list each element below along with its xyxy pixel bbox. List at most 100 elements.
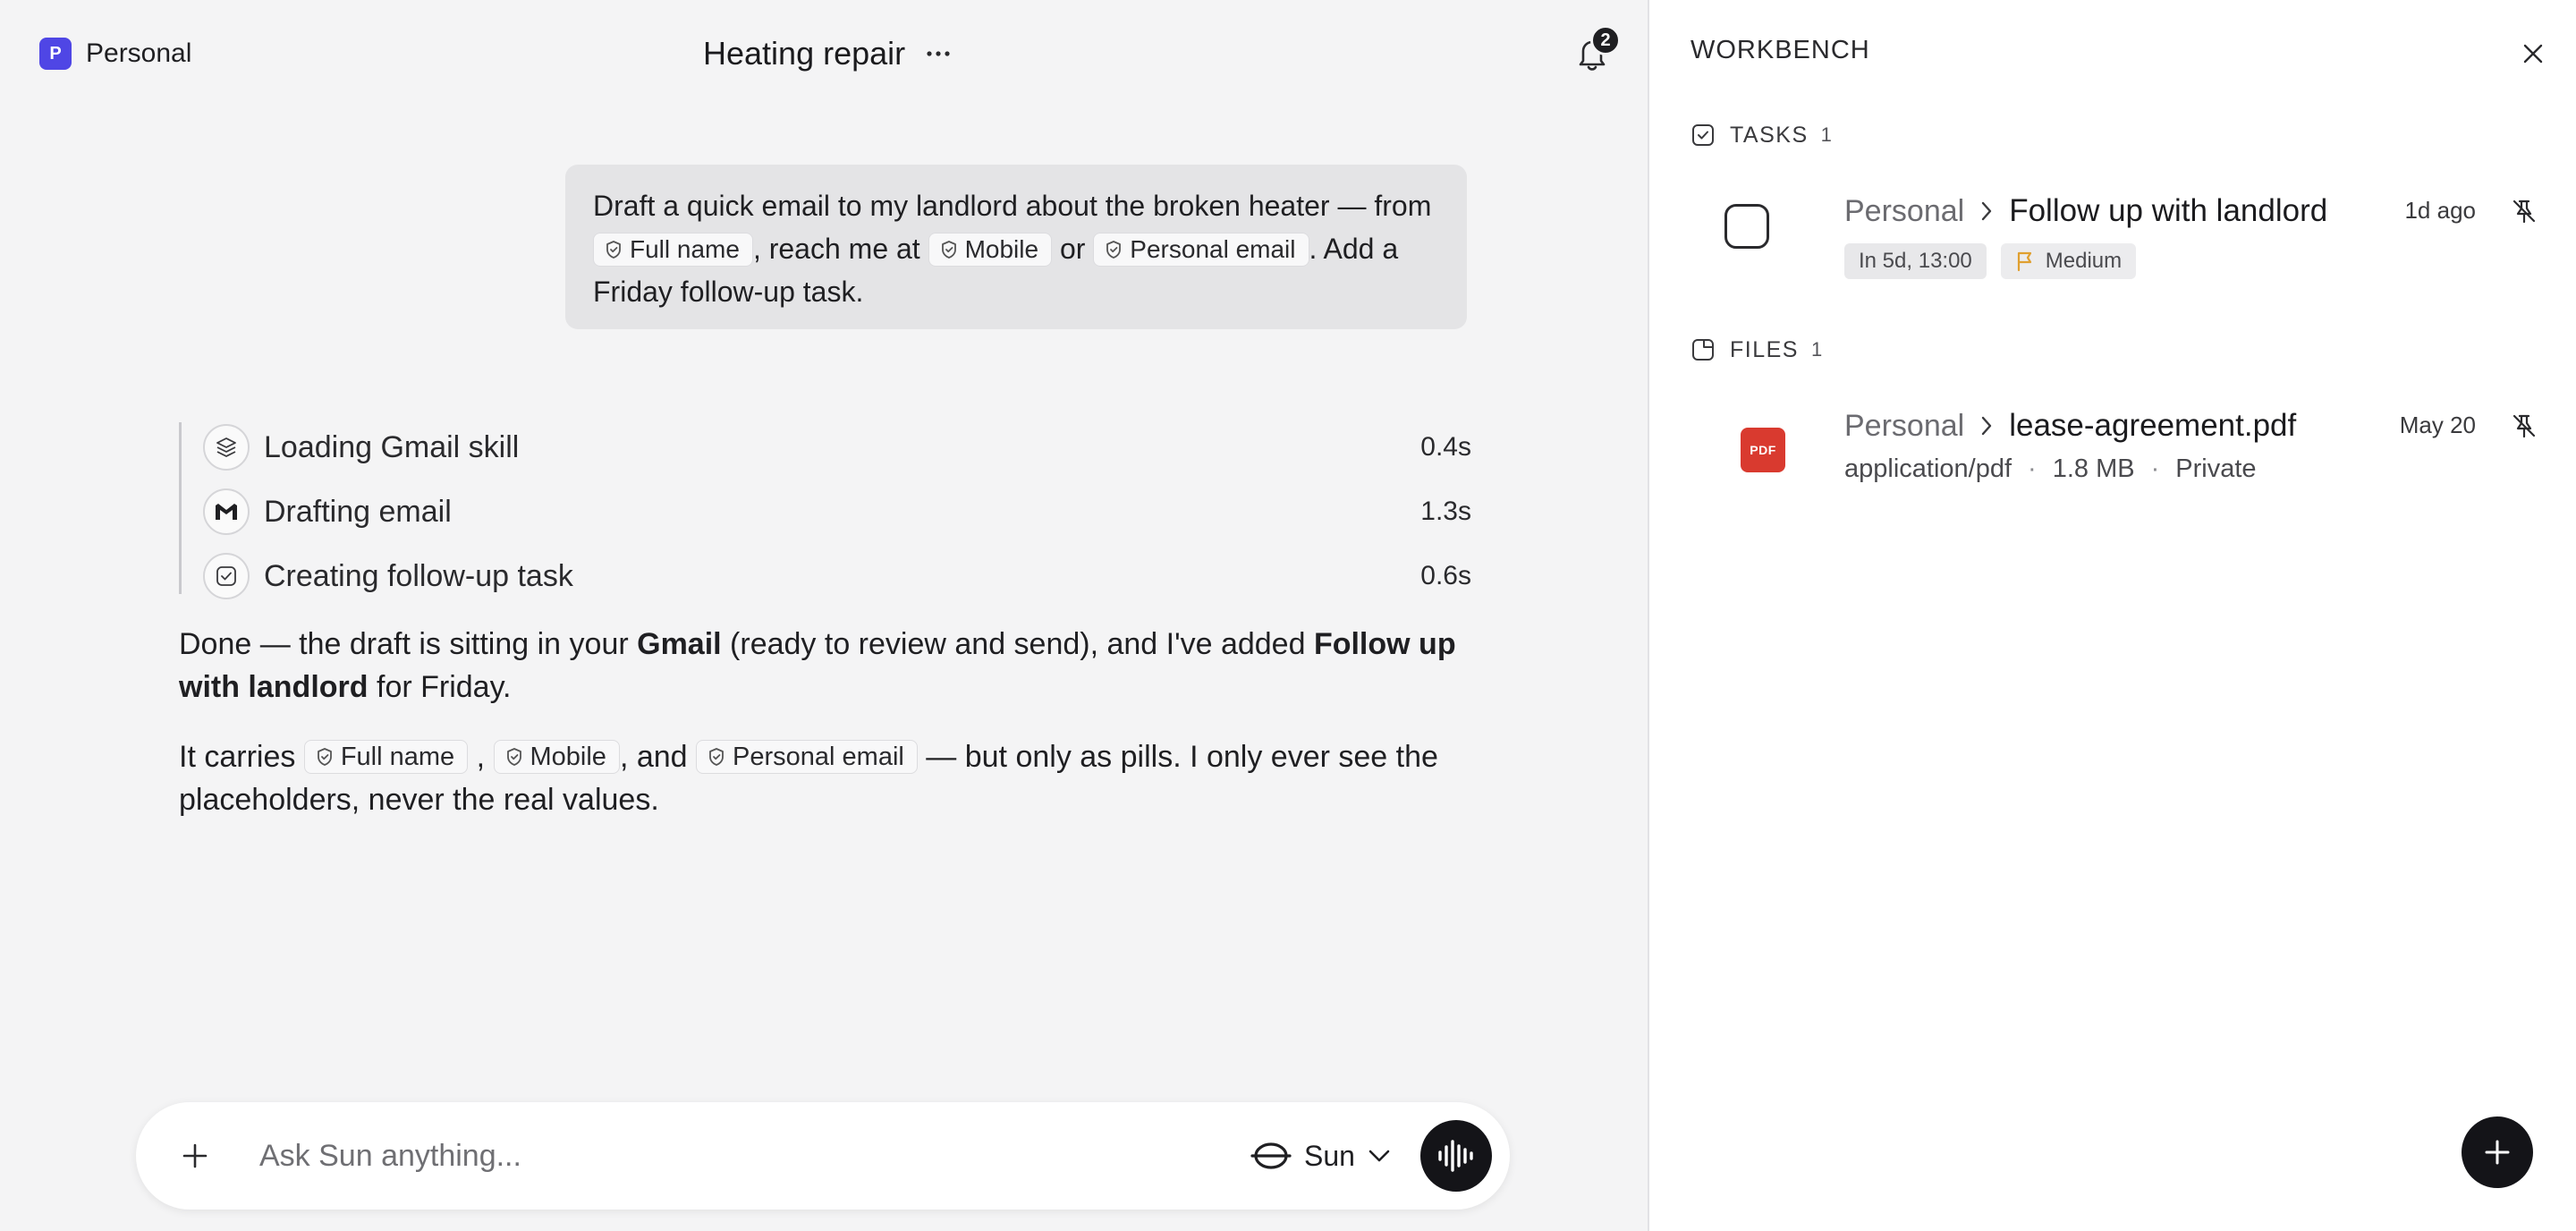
add-item-button[interactable]: [2462, 1116, 2533, 1188]
shield-icon: [506, 748, 521, 766]
task-age: 1d ago: [2404, 197, 2476, 224]
pill-personal-email[interactable]: Personal email: [696, 740, 918, 775]
more-options-icon[interactable]: [925, 38, 952, 70]
pill-label: Personal email: [733, 743, 904, 772]
sun-logo-icon: [1250, 1142, 1292, 1169]
shield-icon: [1106, 240, 1122, 259]
pill-full-name[interactable]: Full name: [303, 740, 469, 775]
tool-steps: Loading Gmail skill 0.4s Drafting email …: [179, 422, 1471, 599]
pill-mobile[interactable]: Mobile: [493, 740, 620, 775]
tasks-section-header[interactable]: TASKS 1: [1690, 120, 1832, 150]
pdf-icon: PDF: [1741, 428, 1785, 472]
file-icon: [1692, 339, 1714, 361]
separator: ·: [2028, 454, 2037, 483]
answer-text: It carries: [179, 740, 296, 774]
pill-label: Mobile: [530, 743, 606, 772]
files-count: 1: [1810, 338, 1823, 361]
priority-label: Medium: [2045, 249, 2123, 273]
step-label: Loading Gmail skill: [264, 429, 520, 464]
shield-icon: [317, 748, 332, 766]
model-name: Sun: [1304, 1139, 1355, 1172]
pill-mobile[interactable]: Mobile: [928, 232, 1053, 267]
assistant-paragraph: It carries Full name , Mobile , and Pers…: [179, 735, 1476, 821]
tasks-count: 1: [1820, 123, 1832, 146]
unpin-icon[interactable]: [2510, 197, 2538, 225]
file-meta: application/pdf · 1.8 MB · Private: [1844, 454, 2257, 484]
shield-icon: [709, 748, 724, 766]
file-date: May 20: [2399, 412, 2476, 438]
pill-label: Personal email: [1130, 234, 1296, 263]
pill-label: Full name: [630, 234, 740, 263]
workspace-name: Personal: [86, 38, 192, 68]
step-label: Creating follow-up task: [264, 558, 573, 593]
file-size: 1.8 MB: [2052, 454, 2135, 483]
pill-label: Full name: [340, 743, 455, 772]
flag-icon: [2017, 251, 2031, 272]
step-row[interactable]: Drafting email 1.3s: [203, 487, 1471, 537]
chevron-down-icon: [1368, 1150, 1390, 1162]
step-time: 0.6s: [1420, 561, 1471, 590]
workbench-title: WORKBENCH: [1690, 36, 1870, 64]
due-date-chip[interactable]: In 5d, 13:00: [1844, 243, 1987, 279]
priority-chip[interactable]: Medium: [2000, 243, 2137, 279]
tasks-label: TASKS: [1730, 122, 1809, 148]
plus-icon: [2485, 1140, 2510, 1165]
files-section-header[interactable]: FILES 1: [1690, 335, 1822, 365]
step-row[interactable]: Creating follow-up task 0.6s: [203, 551, 1471, 601]
user-message-text: , reach me at: [752, 233, 920, 265]
file-mime: application/pdf: [1844, 454, 2012, 483]
file-item[interactable]: PDF Personal lease-agreement.pdf May 20 …: [1690, 404, 2549, 494]
shield-icon: [606, 240, 621, 259]
conversation-title[interactable]: Heating repair: [703, 32, 905, 75]
chevron-right-icon: [1982, 201, 1992, 221]
task-title: Follow up with landlord: [2009, 193, 2328, 228]
files-label: FILES: [1730, 336, 1799, 362]
model-selector[interactable]: Sun: [1250, 1134, 1391, 1177]
answer-text: ,: [476, 740, 486, 774]
waveform-icon: [1438, 1140, 1473, 1172]
check-square-icon: [1692, 124, 1714, 146]
file-workspace: Personal: [1844, 408, 1965, 443]
pill-label: Mobile: [964, 234, 1039, 263]
step-time: 0.4s: [1420, 432, 1471, 462]
pill-full-name[interactable]: Full name: [593, 232, 753, 267]
answer-bold-gmail: Gmail: [637, 627, 722, 661]
answer-text: , and: [619, 740, 688, 774]
workspace-switcher[interactable]: P Personal: [39, 38, 191, 70]
task-workspace: Personal: [1844, 193, 1965, 228]
workspace-badge: P: [39, 38, 72, 70]
answer-text: for Friday.: [368, 670, 512, 704]
add-attachment-button[interactable]: [174, 1134, 216, 1177]
pill-personal-email[interactable]: Personal email: [1093, 232, 1309, 267]
voice-mode-button[interactable]: [1420, 1120, 1492, 1192]
step-label: Drafting email: [264, 494, 452, 529]
plus-icon: [182, 1143, 208, 1168]
file-visibility: Private: [2175, 454, 2257, 483]
task-item[interactable]: Personal Follow up with landlord 1d ago …: [1690, 190, 2549, 279]
composer: Sun: [136, 1102, 1510, 1210]
layers-icon: [203, 424, 250, 471]
close-icon[interactable]: [2517, 38, 2549, 70]
file-breadcrumb: Personal lease-agreement.pdf: [1844, 404, 2296, 447]
message-input[interactable]: [259, 1129, 1243, 1183]
answer-text: (ready to review and send), and I've add…: [721, 627, 1314, 661]
chevron-right-icon: [1982, 416, 1992, 436]
task-checkbox[interactable]: [1724, 204, 1769, 249]
gmail-icon: [203, 488, 250, 535]
workbench-panel: WORKBENCH TASKS 1 Personal Follow up wit…: [1648, 0, 2576, 1231]
task-chips: In 5d, 13:00 Medium: [1844, 243, 2137, 279]
unpin-icon[interactable]: [2510, 412, 2538, 440]
chat-pane: P Personal Heating repair 2 Draft a quic…: [0, 0, 1648, 1231]
step-time: 1.3s: [1420, 497, 1471, 526]
user-message-text: Draft a quick email to my landlord about…: [593, 190, 1432, 222]
file-name: lease-agreement.pdf: [2009, 408, 2297, 443]
assistant-paragraph: Done — the draft is sitting in your Gmai…: [179, 623, 1476, 709]
task-breadcrumb: Personal Follow up with landlord: [1844, 190, 2327, 233]
check-square-icon: [203, 553, 250, 599]
notification-count-badge: 2: [1590, 25, 1621, 55]
separator: ·: [2150, 454, 2160, 483]
step-row[interactable]: Loading Gmail skill 0.4s: [203, 422, 1471, 472]
shield-icon: [941, 240, 956, 259]
user-message-text: or: [1059, 233, 1086, 265]
user-message: Draft a quick email to my landlord about…: [565, 165, 1467, 329]
